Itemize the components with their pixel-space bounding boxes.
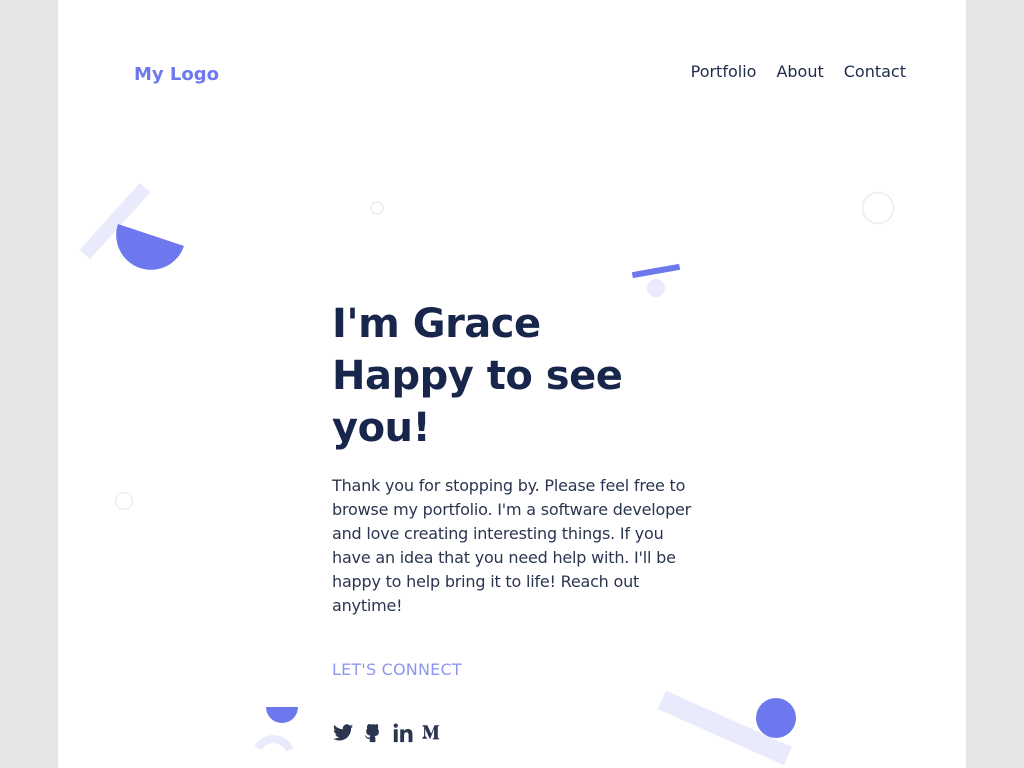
hero-heading-line: you! [332,405,431,451]
github-icon[interactable] [362,722,384,744]
hero-heading-line: I'm Grace [332,301,541,347]
nav-link-contact[interactable]: Contact [844,62,906,81]
hero-heading-line: Happy to see [332,353,623,399]
decorative-small-circle-top [370,201,384,215]
hero-heading: I'm Grace Happy to see you! [332,298,652,454]
twitter-icon[interactable] [332,722,354,744]
decorative-circle-left [114,491,134,511]
decorative-shape-top-left [79,182,184,270]
decorative-circle-top-right [861,191,895,225]
linkedin-icon[interactable] [392,722,414,744]
page-container: My Logo Portfolio About Contact I'm Grac… [58,0,966,768]
main-nav: Portfolio About Contact [691,62,906,81]
nav-link-portfolio[interactable]: Portfolio [691,62,757,81]
lets-connect-link[interactable]: LET'S CONNECT [332,660,462,679]
site-logo[interactable]: My Logo [134,64,219,85]
social-links [332,722,444,744]
decorative-shape-bottom-left [254,707,298,752]
decorative-dash-and-dot [631,263,681,297]
decorative-shape-bottom-right [657,690,796,766]
medium-icon[interactable] [422,722,444,744]
hero-description: Thank you for stopping by. Please feel f… [332,476,692,615]
nav-link-about[interactable]: About [776,62,823,81]
